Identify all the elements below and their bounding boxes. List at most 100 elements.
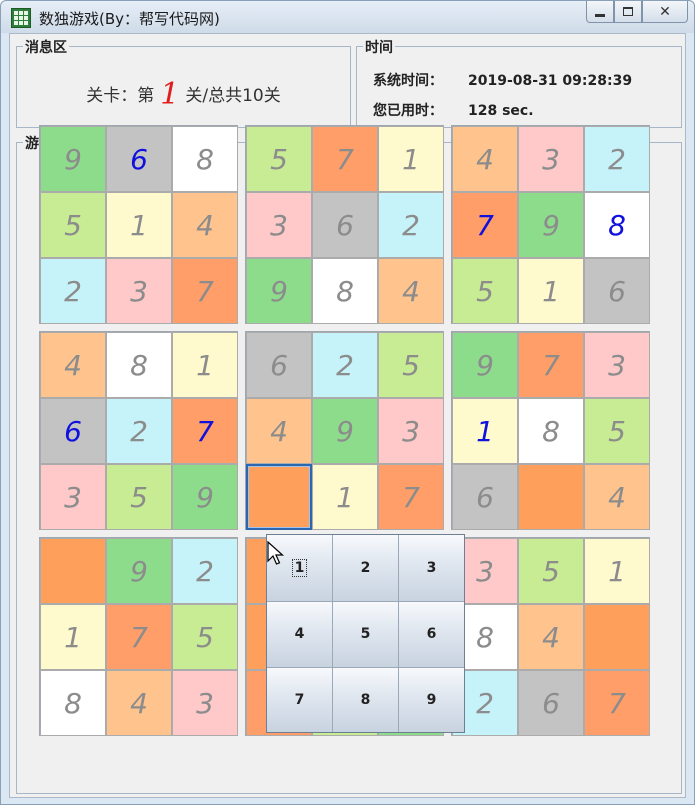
minimize-button[interactable]: [586, 1, 614, 23]
sudoku-cell[interactable]: 6: [452, 464, 518, 530]
sudoku-cell[interactable]: 4: [584, 464, 650, 530]
sudoku-cell[interactable]: 8: [518, 398, 584, 464]
number-picker-button-9[interactable]: 9: [399, 667, 464, 732]
sudoku-cell[interactable]: 1: [452, 398, 518, 464]
sudoku-cell[interactable]: [518, 464, 584, 530]
sudoku-cell[interactable]: 7: [452, 192, 518, 258]
sudoku-cell[interactable]: 5: [40, 192, 106, 258]
sudoku-cell[interactable]: 1: [312, 464, 378, 530]
sudoku-cell[interactable]: 4: [246, 398, 312, 464]
sudoku-cell[interactable]: 7: [312, 126, 378, 192]
sudoku-cell[interactable]: 6: [584, 258, 650, 324]
number-picker-label: 7: [294, 691, 305, 708]
sudoku-cell[interactable]: 5: [172, 604, 238, 670]
sudoku-cell[interactable]: 8: [312, 258, 378, 324]
sudoku-cell[interactable]: 7: [518, 332, 584, 398]
sudoku-cell[interactable]: 9: [106, 538, 172, 604]
close-button[interactable]: ✕: [642, 1, 688, 23]
sudoku-cell[interactable]: 2: [378, 192, 444, 258]
sudoku-cell[interactable]: 6: [40, 398, 106, 464]
sudoku-cell[interactable]: 7: [584, 670, 650, 736]
number-picker-button-6[interactable]: 6: [399, 602, 464, 667]
sudoku-cell[interactable]: 3: [40, 464, 106, 530]
sudoku-cell[interactable]: 1: [172, 332, 238, 398]
title-bar[interactable]: 数独游戏(By：帮写代码网) ✕: [1, 1, 694, 33]
sudoku-cell[interactable]: 6: [106, 126, 172, 192]
sudoku-cell[interactable]: 5: [584, 398, 650, 464]
sudoku-cell[interactable]: 8: [172, 126, 238, 192]
sudoku-cell[interactable]: 5: [378, 332, 444, 398]
number-picker-button-8[interactable]: 8: [333, 667, 398, 732]
sudoku-block: 481627359: [39, 331, 238, 530]
sudoku-cell[interactable]: [40, 538, 106, 604]
number-picker-popup: 1 2 3 4 5 6 7 8 9: [266, 534, 465, 733]
sudoku-cell[interactable]: 5: [246, 126, 312, 192]
number-picker-label: 1: [291, 559, 308, 578]
sudoku-cell[interactable]: 1: [518, 258, 584, 324]
sudoku-cell[interactable]: 1: [106, 192, 172, 258]
time-area: 时间 系统时间： 2019-08-31 09:28:39 您已用时： 128 sec…: [356, 37, 682, 128]
sudoku-cell[interactable]: 4: [378, 258, 444, 324]
sudoku-cell[interactable]: 4: [40, 332, 106, 398]
sudoku-cell[interactable]: 3: [518, 126, 584, 192]
sudoku-cell[interactable]: 3: [172, 670, 238, 736]
number-picker-button-3[interactable]: 3: [399, 535, 464, 602]
sudoku-cell[interactable]: 3: [106, 258, 172, 324]
message-area-legend: 消息区: [23, 37, 69, 57]
sudoku-cell[interactable]: [246, 464, 312, 530]
level-indicator: 关卡：第 1 关/总共10关: [17, 77, 350, 112]
sudoku-cell[interactable]: 9: [452, 332, 518, 398]
sudoku-cell[interactable]: 6: [312, 192, 378, 258]
sudoku-cell[interactable]: 3: [246, 192, 312, 258]
sudoku-cell[interactable]: 8: [584, 192, 650, 258]
maximize-button[interactable]: [614, 1, 642, 23]
sudoku-cell[interactable]: 2: [40, 258, 106, 324]
sudoku-cell[interactable]: 5: [452, 258, 518, 324]
sudoku-cell[interactable]: 6: [246, 332, 312, 398]
number-picker-label: 4: [294, 626, 305, 643]
sudoku-cell[interactable]: 9: [312, 398, 378, 464]
sudoku-cell[interactable]: 3: [584, 332, 650, 398]
sudoku-cell[interactable]: 5: [106, 464, 172, 530]
sudoku-block: 432798516: [451, 125, 650, 324]
number-picker-label: 6: [426, 626, 437, 643]
sudoku-cell[interactable]: 9: [40, 126, 106, 192]
elapsed-time-value: 128 sec.: [468, 103, 534, 119]
sudoku-cell[interactable]: 7: [172, 258, 238, 324]
sudoku-cell[interactable]: 2: [584, 126, 650, 192]
sudoku-block: 62549317: [245, 331, 444, 530]
sudoku-cell[interactable]: 2: [312, 332, 378, 398]
level-number: 1: [160, 77, 180, 112]
elapsed-time-label: 您已用时：: [373, 103, 443, 119]
sudoku-cell[interactable]: 4: [452, 126, 518, 192]
sudoku-cell[interactable]: 5: [518, 538, 584, 604]
sudoku-cell[interactable]: 1: [40, 604, 106, 670]
mouse-pointer-icon: [267, 541, 285, 565]
number-picker-button-4[interactable]: 4: [267, 602, 332, 667]
sudoku-cell[interactable]: 7: [378, 464, 444, 530]
sudoku-cell[interactable]: 8: [106, 332, 172, 398]
sudoku-cell[interactable]: 9: [518, 192, 584, 258]
sudoku-cell[interactable]: 8: [40, 670, 106, 736]
minimize-icon: [595, 14, 605, 17]
number-picker-button-2[interactable]: 2: [333, 535, 398, 602]
sudoku-cell[interactable]: 2: [172, 538, 238, 604]
sudoku-block: 968514237: [39, 125, 238, 324]
sudoku-cell[interactable]: 2: [106, 398, 172, 464]
number-picker-label: 8: [360, 691, 371, 708]
sudoku-cell[interactable]: 7: [172, 398, 238, 464]
sudoku-cell[interactable]: 4: [172, 192, 238, 258]
sudoku-cell[interactable]: 9: [246, 258, 312, 324]
number-picker-label: 5: [360, 626, 371, 643]
sudoku-cell[interactable]: 7: [106, 604, 172, 670]
sudoku-cell[interactable]: 6: [518, 670, 584, 736]
sudoku-cell[interactable]: 9: [172, 464, 238, 530]
number-picker-button-7[interactable]: 7: [267, 667, 332, 732]
sudoku-cell[interactable]: 4: [518, 604, 584, 670]
sudoku-cell[interactable]: 1: [584, 538, 650, 604]
sudoku-cell[interactable]: [584, 604, 650, 670]
number-picker-button-5[interactable]: 5: [333, 602, 398, 667]
sudoku-cell[interactable]: 4: [106, 670, 172, 736]
sudoku-cell[interactable]: 1: [378, 126, 444, 192]
sudoku-cell[interactable]: 3: [378, 398, 444, 464]
